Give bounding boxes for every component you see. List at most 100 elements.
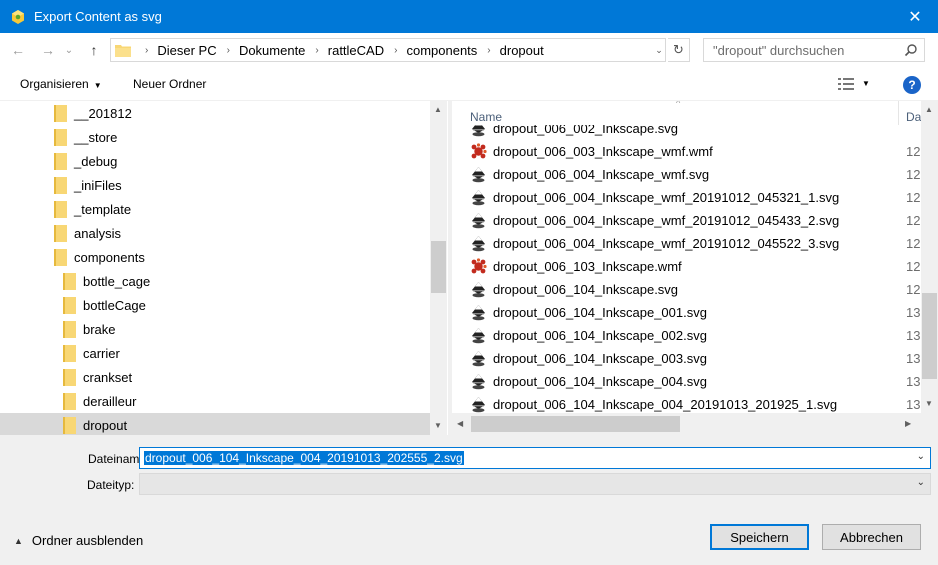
chevron-down-icon[interactable]: ⌄ — [917, 451, 925, 462]
organize-label: Organisieren — [20, 77, 89, 91]
file-date: 12 — [906, 213, 921, 228]
file-list-scrollbar-thumb[interactable] — [922, 293, 937, 379]
scroll-down-icon[interactable]: ▼ — [434, 421, 442, 430]
file-row[interactable]: dropout_006_103_Inkscape.wmf 12 — [452, 255, 921, 278]
svg-file-icon — [470, 373, 487, 390]
file-row[interactable]: dropout_006_003_Inkscape_wmf.wmf 12 — [452, 140, 921, 163]
file-name: dropout_006_104_Inkscape_004_20191013_20… — [493, 397, 838, 412]
tree-item[interactable]: dropout — [0, 413, 430, 435]
arrow-left-icon: ← — [11, 42, 25, 58]
title-bar: Export Content as svg ✕ — [0, 0, 938, 33]
horizontal-scrollbar-thumb[interactable] — [471, 416, 680, 432]
help-icon[interactable]: ? — [903, 76, 921, 94]
folder-icon — [115, 44, 131, 57]
breadcrumb-item-components[interactable]: components — [406, 43, 477, 58]
folder-tree[interactable]: __201812 __store _debug _iniFiles _template a… — [0, 101, 448, 435]
save-button[interactable]: Speichern — [710, 524, 809, 550]
file-name: dropout_006_004_Inkscape_wmf_20191012_04… — [493, 213, 840, 228]
folder-icon — [63, 392, 76, 410]
tree-item[interactable]: bottleCage — [0, 293, 430, 317]
scroll-up-icon[interactable]: ▲ — [925, 105, 933, 114]
breadcrumb-separator[interactable]: › — [227, 45, 230, 56]
tree-scrollbar[interactable]: ▲ ▼ — [430, 101, 447, 435]
file-row[interactable]: dropout_006_104_Inkscape_004_20191013_20… — [452, 393, 921, 413]
folder-icon — [54, 200, 67, 218]
file-date: 12 — [906, 167, 921, 182]
svg-file-icon — [470, 212, 487, 229]
address-dropdown-button[interactable]: ⌄ — [650, 38, 668, 62]
tree-item[interactable]: _template — [0, 197, 430, 221]
breadcrumb-item-rattlecad[interactable]: rattleCAD — [328, 43, 384, 58]
tree-item[interactable]: carrier — [0, 341, 430, 365]
file-row[interactable]: dropout_006_004_Inkscape_wmf_20191012_04… — [452, 232, 921, 255]
scroll-right-icon[interactable]: ▶ — [905, 419, 911, 428]
back-button[interactable]: ← — [9, 41, 27, 59]
tree-scrollbar-thumb[interactable] — [431, 241, 446, 293]
wmf-file-icon — [470, 143, 487, 160]
tree-item[interactable]: _iniFiles — [0, 173, 430, 197]
column-header-name[interactable]: Name — [470, 110, 502, 124]
folder-icon — [63, 344, 76, 362]
filename-value: dropout_006_104_Inkscape_004_20191013_20… — [144, 451, 464, 465]
up-button[interactable]: ↑ — [85, 41, 103, 59]
scroll-left-icon[interactable]: ◀ — [457, 419, 463, 428]
file-row[interactable]: dropout_006_104_Inkscape_001.svg 13 — [452, 301, 921, 324]
refresh-button[interactable]: ↻ — [668, 38, 690, 62]
tree-item[interactable]: components — [0, 245, 430, 269]
tree-item[interactable]: crankset — [0, 365, 430, 389]
file-name: dropout_006_003_Inkscape_wmf.wmf — [493, 144, 713, 159]
navigation-bar: ← → ⌄ ↑ › Dieser PC › Dokumente › rattle… — [0, 33, 938, 67]
new-folder-button[interactable]: Neuer Ordner — [133, 77, 206, 91]
search-input[interactable]: "dropout" durchsuchen — [703, 38, 925, 62]
tree-item[interactable]: _debug — [0, 149, 430, 173]
file-date: 12 — [906, 190, 921, 205]
file-row[interactable]: dropout_006_104_Inkscape_002.svg 13 — [452, 324, 921, 347]
breadcrumb-item-dieser-pc[interactable]: Dieser PC — [157, 43, 216, 58]
recent-locations-button[interactable]: ⌄ — [60, 41, 78, 59]
help-label: ? — [908, 78, 916, 92]
file-row[interactable]: dropout_006_104_Inkscape.svg 12 — [452, 278, 921, 301]
breadcrumb-item-dropout[interactable]: dropout — [500, 43, 544, 58]
file-row[interactable]: dropout_006_104_Inkscape_004.svg 13 — [452, 370, 921, 393]
filename-input[interactable]: dropout_006_104_Inkscape_004_20191013_20… — [139, 447, 931, 469]
file-row[interactable]: dropout_006_004_Inkscape_wmf.svg 12 — [452, 163, 921, 186]
new-folder-label: Neuer Ordner — [133, 77, 207, 91]
tree-item[interactable]: __201812 — [0, 101, 430, 125]
file-list-vertical-scrollbar[interactable]: ▲ ▼ — [921, 101, 938, 413]
tree-item[interactable]: analysis — [0, 221, 430, 245]
folder-icon — [63, 320, 76, 338]
scroll-up-icon[interactable]: ▲ — [434, 105, 442, 114]
file-row[interactable]: dropout_006_104_Inkscape_003.svg 13 — [452, 347, 921, 370]
forward-button[interactable]: → — [39, 41, 57, 59]
tree-item[interactable]: derailleur — [0, 389, 430, 413]
view-options-icon[interactable] — [838, 78, 854, 90]
tree-item[interactable]: __store — [0, 125, 430, 149]
breadcrumb-separator[interactable]: › — [315, 45, 318, 56]
file-date: 12 — [906, 236, 921, 251]
address-bar[interactable]: › Dieser PC › Dokumente › rattleCAD › co… — [110, 38, 666, 62]
file-row[interactable]: dropout_006_004_Inkscape_wmf_20191012_04… — [452, 186, 921, 209]
chevron-down-icon[interactable]: ⌄ — [917, 477, 925, 488]
scroll-down-icon[interactable]: ▼ — [925, 399, 933, 408]
hide-folders-toggle[interactable]: ▲ Ordner ausblenden — [14, 533, 143, 548]
column-divider[interactable] — [898, 101, 899, 125]
view-dropdown-icon[interactable]: ▼ — [862, 79, 870, 88]
close-button[interactable]: ✕ — [892, 0, 938, 33]
search-icon — [904, 44, 917, 57]
breadcrumb-separator[interactable]: › — [487, 45, 490, 56]
cancel-button[interactable]: Abbrechen — [822, 524, 921, 550]
file-list-horizontal-scrollbar[interactable]: ◀ ▶ — [452, 413, 921, 435]
breadcrumb-item-dokumente[interactable]: Dokumente — [239, 43, 305, 58]
breadcrumb-separator[interactable]: › — [394, 45, 397, 56]
filetype-select[interactable]: ⌄ — [139, 473, 931, 495]
tree-item-label: crankset — [83, 369, 133, 385]
file-list[interactable]: dropout_006_002_Inkscape.svg dropout_006_… — [452, 101, 921, 413]
svg-file-icon — [470, 189, 487, 206]
tree-item[interactable]: brake — [0, 317, 430, 341]
folder-icon — [63, 416, 76, 434]
file-row[interactable]: dropout_006_004_Inkscape_wmf_20191012_04… — [452, 209, 921, 232]
column-header-date[interactable]: Da — [906, 110, 921, 124]
organize-button[interactable]: Organisieren ▼ — [20, 77, 102, 91]
chevron-down-icon: ⌄ — [64, 44, 74, 56]
tree-item[interactable]: bottle_cage — [0, 269, 430, 293]
